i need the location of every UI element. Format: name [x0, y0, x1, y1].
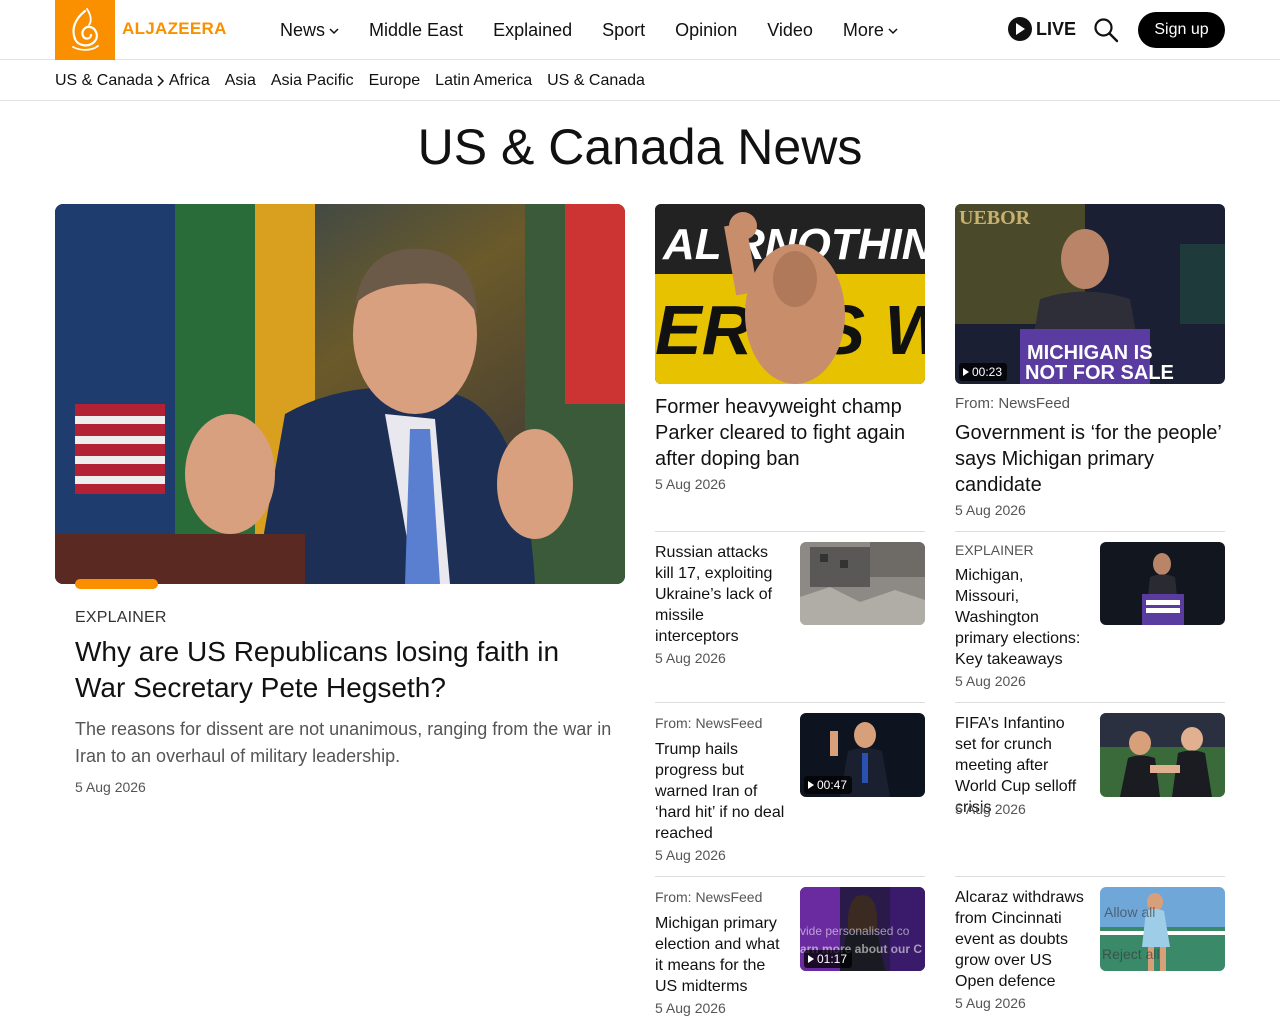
live-label: LIVE	[1036, 18, 1077, 39]
duration-label: 00:23	[972, 365, 1003, 379]
card-date: 5 Aug 2026	[955, 673, 1026, 689]
play-icon	[808, 955, 814, 963]
card-date: 5 Aug 2026	[955, 995, 1026, 1011]
nav-item-label: Explained	[493, 19, 573, 40]
video-duration-badge: 01:17	[804, 950, 853, 968]
main-nav: News Middle East Explained Sport Opinion…	[280, 0, 928, 60]
card-image-alcaraz[interactable]: Allow all Reject all	[1100, 887, 1225, 971]
divider	[655, 876, 925, 877]
nav-item-video[interactable]: Video	[767, 20, 813, 41]
card-source: From: NewsFeed	[955, 395, 1071, 412]
card-date: 5 Aug 2026	[655, 1000, 726, 1016]
divider	[655, 702, 925, 703]
chevron-right-icon	[157, 74, 164, 87]
cookie-text-line1: vide personalised co	[800, 924, 910, 938]
chevron-down-icon	[329, 27, 339, 34]
hero-accent-bar	[75, 579, 158, 589]
divider	[955, 876, 1225, 877]
card-image-michigan-election[interactable]: vide personalised co arn more about our …	[800, 887, 925, 971]
svg-text:UEBOR: UEBOR	[959, 207, 1031, 229]
duration-label: 00:47	[817, 778, 848, 792]
hero-date: 5 Aug 2026	[75, 779, 146, 795]
card-kicker: EXPLAINER	[955, 542, 1034, 558]
live-button[interactable]: LIVE	[1008, 17, 1076, 41]
svg-text:MICHIGAN IS: MICHIGAN IS	[1027, 342, 1153, 364]
play-icon	[963, 368, 969, 376]
card-date: 5 Aug 2026	[655, 650, 726, 666]
hero-description: The reasons for dissent are not unanimou…	[75, 719, 612, 766]
card-source: From: NewsFeed	[655, 715, 763, 731]
subnav-item-asia-pacific[interactable]: Asia Pacific	[271, 72, 354, 90]
svg-text:NOT FOR SALE: NOT FOR SALE	[1025, 362, 1174, 384]
search-icon	[1094, 18, 1119, 43]
card-image-ruins[interactable]	[800, 542, 925, 625]
card-date: 5 Aug 2026	[955, 801, 1026, 817]
subnav-item-us-canada[interactable]: US & Canada	[547, 72, 645, 90]
hero-image[interactable]	[55, 204, 625, 584]
card-headline[interactable]: Russian attacks kill 17, exploiting Ukra…	[655, 542, 787, 647]
breadcrumb-current[interactable]: US & Canada	[55, 72, 153, 90]
play-icon	[808, 781, 814, 789]
nav-item-news[interactable]: News	[280, 20, 339, 41]
top-header: ALJAZEERA News Middle East Explained Spo…	[0, 0, 1280, 60]
logo-wordmark[interactable]: ALJAZEERA	[122, 19, 227, 39]
aljazeera-logo-icon	[72, 8, 99, 51]
breadcrumb-subnav: US & Canada Africa Asia Asia Pacific Eur…	[0, 61, 1280, 101]
nav-item-explained[interactable]: Explained	[493, 20, 572, 41]
nav-item-label: Opinion	[675, 19, 738, 40]
subnav-item-asia[interactable]: Asia	[225, 72, 256, 90]
aljazeera-logo[interactable]	[55, 0, 115, 60]
nav-item-sport[interactable]: Sport	[602, 20, 645, 41]
subnav-item-africa[interactable]: Africa	[169, 72, 210, 90]
subnav-item-europe[interactable]: Europe	[369, 72, 421, 90]
play-icon	[1008, 17, 1032, 41]
card-headline[interactable]: Trump hails progress but warned Iran of …	[655, 739, 787, 844]
card-headline[interactable]: Michigan, Missouri, Washington primary e…	[955, 565, 1087, 670]
card-image-michigan-candidate[interactable]: UEBOR MICHIGAN IS NOT FOR SALE 00:23	[955, 204, 1225, 384]
hero-kicker: EXPLAINER	[75, 609, 167, 626]
cookie-reject-all-button[interactable]: Reject all	[1102, 946, 1160, 962]
cookie-allow-all-button[interactable]: Allow all	[1104, 904, 1155, 920]
nav-item-label: More	[842, 19, 884, 40]
card-image-michigan-stage[interactable]	[1100, 542, 1225, 625]
card-source: From: NewsFeed	[655, 889, 763, 905]
card-image-infantino[interactable]	[1100, 713, 1225, 797]
card-headline[interactable]: Former heavyweight champ Parker cleared …	[655, 394, 925, 472]
video-duration-badge: 00:23	[959, 363, 1008, 381]
divider	[655, 531, 925, 532]
nav-item-middle-east[interactable]: Middle East	[369, 20, 463, 41]
divider	[955, 531, 1225, 532]
card-date: 5 Aug 2026	[655, 847, 726, 863]
divider	[955, 702, 1225, 703]
card-image-boxing[interactable]: AL RNOTHIN ER VS WA	[655, 204, 925, 384]
duration-label: 01:17	[817, 952, 848, 966]
nav-item-opinion[interactable]: Opinion	[675, 20, 737, 41]
nav-item-label: Video	[767, 19, 813, 40]
page-title: US & Canada News	[417, 119, 863, 175]
card-headline[interactable]: Alcaraz withdraws from Cincinnati event …	[955, 887, 1087, 992]
nav-item-label: Sport	[602, 19, 646, 40]
subnav-item-latin-america[interactable]: Latin America	[435, 72, 532, 90]
card-headline[interactable]: Government is ‘for the people’ says Mich…	[955, 420, 1225, 498]
card-image-trump[interactable]: 00:47	[800, 713, 925, 797]
nav-item-more[interactable]: More	[843, 20, 898, 41]
sign-up-button[interactable]: Sign up	[1138, 12, 1225, 48]
card-date: 5 Aug 2026	[655, 476, 726, 492]
search-button[interactable]	[1093, 17, 1119, 43]
nav-item-label: News	[280, 19, 326, 40]
hero-headline[interactable]: Why are US Republicans losing faith in W…	[75, 634, 615, 706]
video-duration-badge: 00:47	[804, 776, 853, 794]
nav-item-label: Middle East	[369, 19, 464, 40]
card-headline[interactable]: Michigan primary election and what it me…	[655, 913, 787, 997]
card-date: 5 Aug 2026	[955, 502, 1026, 518]
chevron-down-icon	[888, 27, 898, 34]
